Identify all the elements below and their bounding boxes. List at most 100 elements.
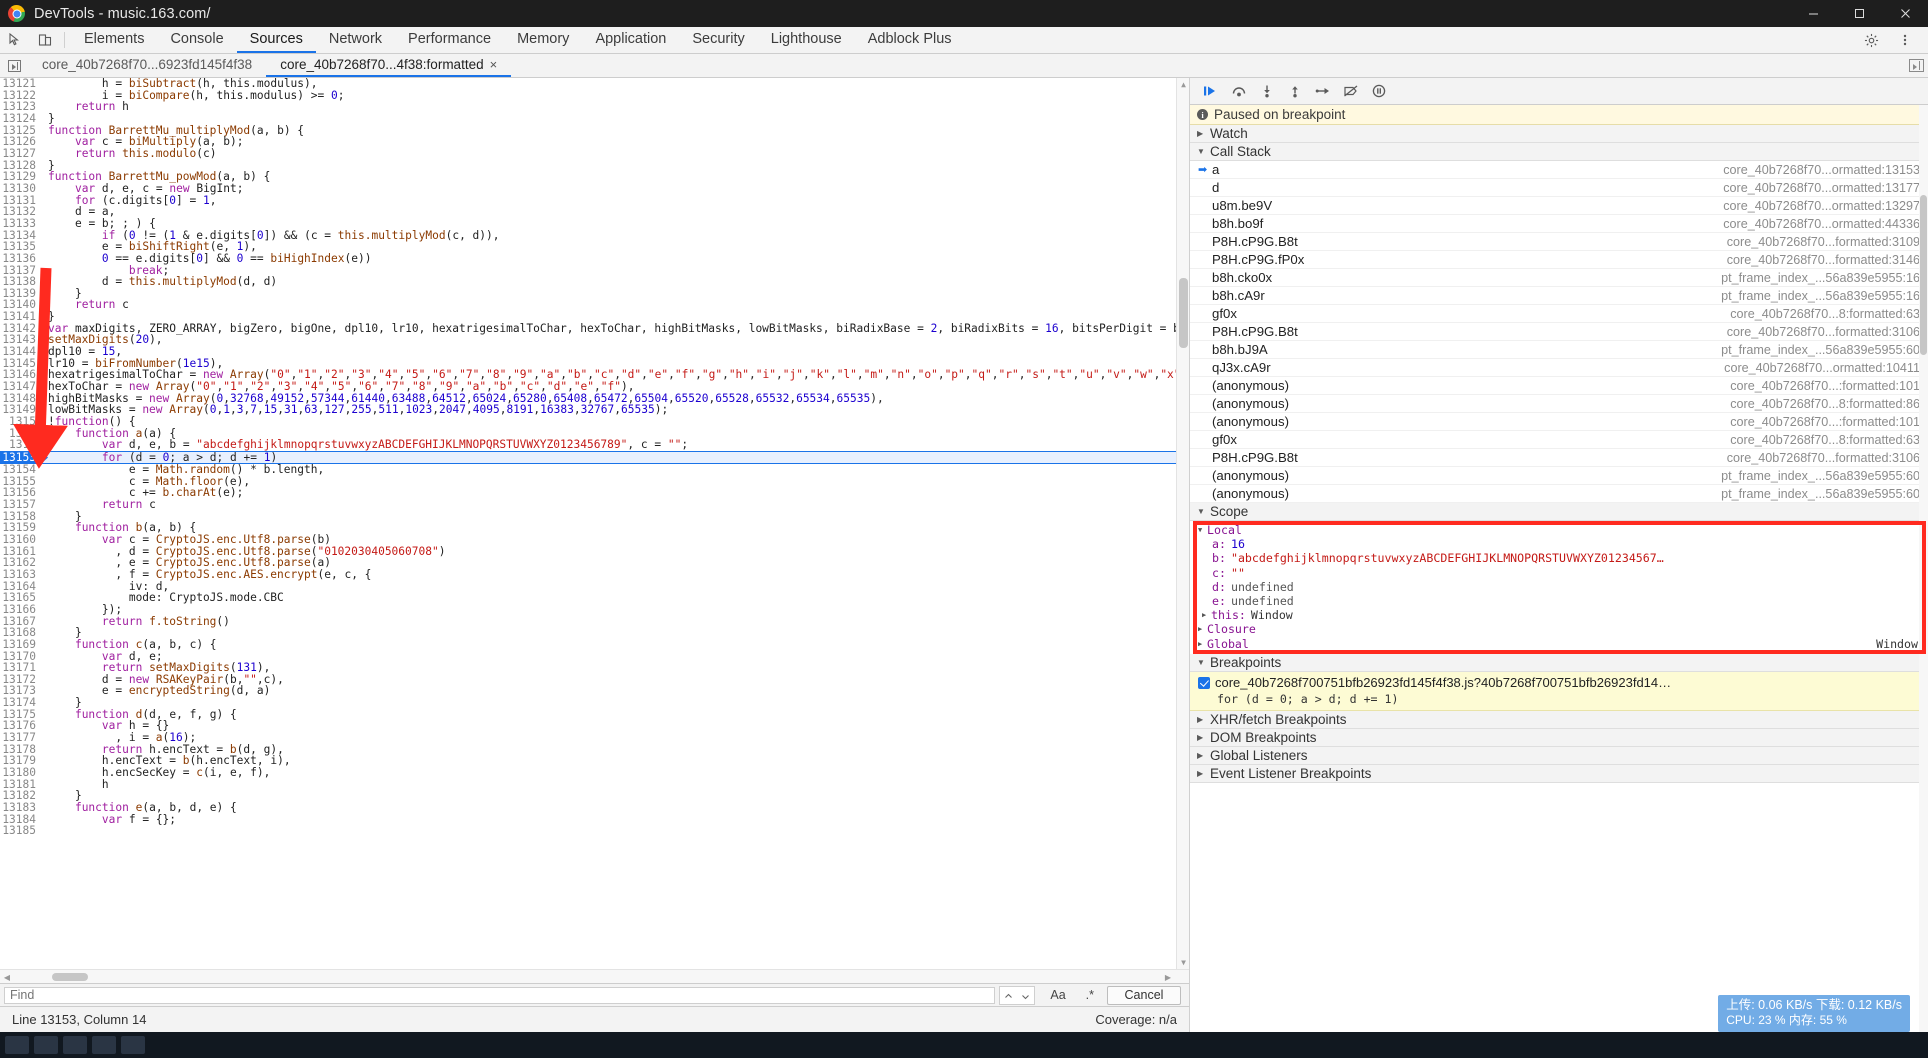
scroll-down-icon[interactable]: ▼ (1177, 956, 1189, 969)
call-stack-frame[interactable]: b8h.cko0x pt_frame_index_...56a839e5955:1… (1190, 269, 1928, 287)
editor-vertical-scrollbar[interactable]: ▲ ▼ (1176, 78, 1189, 969)
line-number[interactable]: 13124 (0, 113, 42, 125)
device-toolbar-icon[interactable] (30, 27, 60, 53)
call-stack-frame[interactable]: (anonymous) core_40b7268f70...:formatted:… (1190, 377, 1928, 395)
line-number[interactable]: 13133 (0, 218, 42, 230)
code-line[interactable]: 1315 var d, e, b = "abcdefghijklmnopqrst… (0, 439, 1189, 451)
watch-section-header[interactable]: ▶ Watch (1190, 125, 1928, 143)
scroll-left-icon[interactable]: ◀ (0, 970, 14, 984)
minimize-button[interactable] (1790, 0, 1836, 27)
inspect-element-icon[interactable] (0, 27, 30, 53)
call-stack-frame[interactable]: (anonymous) core_40b7268f70...8:formatted… (1190, 395, 1928, 413)
line-number[interactable]: 13185 (0, 825, 42, 837)
tab-console[interactable]: Console (157, 27, 236, 53)
scope-local-header[interactable]: ▼ Local (1190, 523, 1928, 537)
code-line[interactable]: 13169 function c(a, b, c) { (0, 639, 1189, 651)
code-line[interactable]: 13127 return this.modulo(c) (0, 148, 1189, 160)
call-stack-frame[interactable]: P8H.cP9G.B8t core_40b7268f70...formatted:… (1190, 449, 1928, 467)
line-number[interactable]: 13147 (0, 381, 42, 393)
tab-elements[interactable]: Elements (71, 27, 157, 53)
breakpoint-list-item[interactable]: core_40b7268f700751bfb26923fd145f4f38.js… (1190, 671, 1928, 711)
taskbar-item[interactable] (121, 1036, 145, 1054)
deactivate-breakpoints-button[interactable] (1338, 80, 1364, 102)
taskbar-item[interactable] (34, 1036, 58, 1054)
line-number[interactable]: 13144 (0, 346, 42, 358)
gear-icon[interactable] (1854, 33, 1888, 48)
line-number[interactable]: 13166 (0, 604, 42, 616)
line-number[interactable]: 13160 (0, 534, 42, 546)
code-line[interactable]: 13165 mode: CryptoJS.mode.CBC (0, 592, 1189, 604)
code-line[interactable]: 13157 return c (0, 499, 1189, 511)
code-viewer[interactable]: 13121 h = biSubtract(h, this.modulus), 13… (0, 78, 1189, 969)
step-over-next-function-call-button[interactable] (1226, 80, 1252, 102)
call-stack-frame[interactable]: gf0x core_40b7268f70...8:formatted:63 (1190, 305, 1928, 323)
line-number[interactable]: 13169 (0, 639, 42, 651)
scope-variable-row[interactable]: e: undefined (1190, 594, 1928, 608)
code-line[interactable]: 13184 var f = {}; (0, 813, 1189, 826)
match-case-toggle[interactable]: Aa (1045, 987, 1070, 1003)
pause-on-exceptions-button[interactable] (1366, 80, 1392, 102)
scroll-up-icon[interactable]: ▲ (1177, 78, 1189, 91)
call-stack-frame[interactable]: b8h.bJ9A pt_frame_index_...56a839e5955:60 (1190, 341, 1928, 359)
code-line[interactable]: 13123 return h (0, 101, 1189, 113)
code-line[interactable]: 13131 for (c.digits[0] = 1, (0, 194, 1189, 207)
code-line[interactable]: 13140 return c (0, 299, 1189, 312)
regex-toggle[interactable]: .* (1081, 987, 1099, 1003)
line-number[interactable]: 13154 (0, 464, 42, 476)
scope-variable-row[interactable]: a: 16 (1190, 537, 1928, 551)
breakpoints-section-header[interactable]: ▼ Breakpoints (1190, 653, 1928, 672)
scope-section-header[interactable]: ▼ Scope (1190, 503, 1928, 521)
sidebar-scroll-thumb[interactable] (1920, 195, 1927, 355)
step-button[interactable] (1310, 80, 1336, 102)
taskbar-item[interactable] (63, 1036, 87, 1054)
line-number[interactable]: 13130 (0, 183, 42, 195)
find-previous-icon[interactable] (1000, 987, 1017, 1006)
close-icon[interactable]: × (490, 57, 498, 72)
line-number[interactable]: 1315 (0, 416, 42, 428)
xhr-fetch-breakpoints-header[interactable]: ▶ XHR/fetch Breakpoints (1190, 710, 1928, 729)
code-line[interactable]: 13167 return f.toString() (0, 615, 1189, 628)
dom-breakpoints-header[interactable]: ▶ DOM Breakpoints (1190, 728, 1928, 747)
scope-global-row[interactable]: ▶ Global Window (1190, 637, 1928, 651)
code-line[interactable]: 13144 dpl10 = 15, (0, 346, 1189, 358)
taskbar-item[interactable] (5, 1036, 29, 1054)
line-number[interactable]: 13157 (0, 499, 42, 511)
tab-sources[interactable]: Sources (236, 27, 316, 53)
editor-horizontal-scrollbar[interactable]: ◀ ▶ (0, 969, 1189, 983)
call-stack-section-header[interactable]: ▼ Call Stack (1190, 143, 1928, 161)
code-line[interactable]: 13149 lowBitMasks = new Array(0,1,3,7,15,… (0, 404, 1189, 417)
code-line[interactable]: 13136 0 == e.digits[0] && 0 == biHighInd… (0, 253, 1189, 265)
sidebar-vertical-scrollbar[interactable] (1919, 105, 1928, 1032)
code-line[interactable]: 13143 setMaxDigits(20), (0, 334, 1189, 347)
call-stack-frame[interactable]: P8H.cP9G.fP0x core_40b7268f70...formatted… (1190, 251, 1928, 269)
step-out-of-current-function-button[interactable] (1282, 80, 1308, 102)
line-number[interactable]: 13127 (0, 148, 42, 160)
line-number[interactable]: 13180 (0, 767, 42, 779)
line-number[interactable]: 13183 (0, 802, 42, 814)
maximize-button[interactable] (1836, 0, 1882, 27)
call-stack-frame[interactable]: (anonymous) pt_frame_index_...56a839e5955… (1190, 467, 1928, 485)
more-vertical-icon[interactable] (1888, 33, 1922, 47)
line-number[interactable]: 1315 (0, 439, 42, 451)
close-button[interactable] (1882, 0, 1928, 27)
editor-horizontal-scroll-thumb[interactable] (52, 973, 88, 981)
find-next-icon[interactable] (1017, 987, 1034, 1006)
code-line[interactable]: 13130 var d, e, c = new BigInt; (0, 183, 1189, 195)
scope-variable-row[interactable]: d: undefined (1190, 580, 1928, 594)
show-debugger-sidebar-icon[interactable] (1909, 59, 1924, 72)
cancel-button[interactable]: Cancel (1107, 985, 1181, 1005)
code-line[interactable]: 13173 e = encryptedString(d, a) (0, 685, 1189, 698)
search-input[interactable] (4, 986, 996, 1004)
code-line[interactable]: 13163 , f = CryptoJS.enc.AES.encrypt(e, … (0, 569, 1189, 581)
call-stack-frame[interactable]: b8h.bo9f core_40b7268f70...ormatted:44336 (1190, 215, 1928, 233)
code-line[interactable]: 13181 h (0, 778, 1189, 791)
call-stack-frame[interactable]: (anonymous) core_40b7268f70...:formatted:… (1190, 413, 1928, 431)
taskbar-item[interactable] (92, 1036, 116, 1054)
code-line[interactable]: 13180 h.encSecKey = c(i, e, f), (0, 767, 1189, 779)
resume-script-execution-button[interactable] (1198, 80, 1224, 102)
code-line[interactable]: 13133 e = b; ; ) { (0, 218, 1189, 230)
code-line[interactable]: 13156 c += b.charAt(e); (0, 487, 1189, 499)
scope-variable-row[interactable]: c: "" (1190, 566, 1928, 580)
scroll-right-icon[interactable]: ▶ (1161, 970, 1175, 984)
code-line[interactable]: 13139 } (0, 288, 1189, 300)
